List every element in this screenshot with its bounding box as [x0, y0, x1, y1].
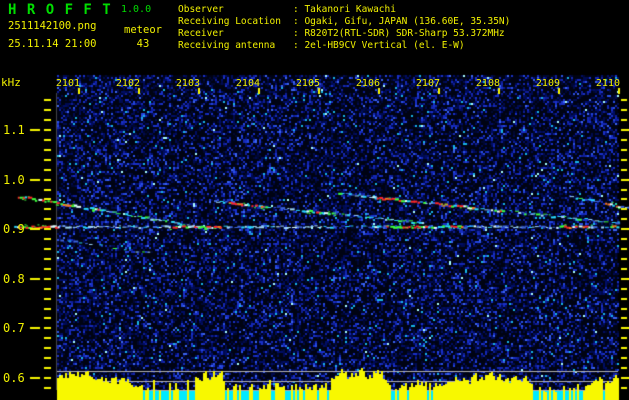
time-label: 2102	[115, 78, 140, 89]
info-label: Receiver	[178, 28, 224, 39]
station-info-row: Receiving antenna: 2el-HB9CV Vertical (e…	[178, 40, 510, 52]
info-label: Receiving Location	[178, 16, 281, 27]
station-info-row: Receiving Location: Ogaki, Gifu, JAPAN (…	[178, 16, 510, 28]
freq-label: 1.1	[3, 123, 25, 137]
spectrogram-canvas	[0, 0, 629, 400]
station-info: Observer: Takanori Kawachi Receiving Loca…	[178, 4, 510, 52]
hrofft-output: H R O F F T 1.0.0 2511142100.png meteor …	[0, 0, 629, 400]
time-label: 2106	[355, 78, 380, 89]
time-label: 2103	[175, 78, 200, 89]
info-value: Ogaki, Gifu, JAPAN (136.60E, 35.35N)	[304, 16, 511, 27]
station-info-row: Receiver: R820T2(RTL-SDR) SDR-Sharp 53.3…	[178, 28, 510, 40]
info-colon: :	[293, 28, 305, 39]
info-value: 2el-HB9CV Vertical (el. E-W)	[304, 40, 465, 51]
time-label: 2108	[475, 78, 500, 89]
freq-unit-label: kHz	[1, 76, 21, 89]
station-info-row: Observer: Takanori Kawachi	[178, 4, 510, 16]
time-label: 2107	[415, 78, 440, 89]
time-label: 2109	[535, 78, 560, 89]
hrofft-screenshot: { "header": { "app_title": "H R O F F T"…	[0, 0, 629, 400]
freq-label: 0.8	[3, 271, 25, 286]
freq-label: 1.0	[3, 172, 25, 187]
app-version: 1.0.0	[121, 4, 152, 15]
file-name: 2511142100.png	[8, 20, 97, 32]
time-label: 2101	[55, 78, 80, 89]
freq-label: 0.9	[3, 222, 25, 237]
info-colon: :	[293, 16, 305, 27]
freq-label: 0.6	[3, 371, 25, 385]
timestamp: 25.11.14 21:00	[8, 38, 97, 50]
info-colon: :	[293, 4, 305, 15]
info-value: R820T2(RTL-SDR) SDR-Sharp 53.372MHz	[304, 28, 505, 39]
freq-label: 0.7	[3, 321, 25, 336]
app-title: H R O F F T	[8, 2, 112, 18]
info-colon: :	[293, 40, 305, 51]
info-label: Receiving antenna	[178, 40, 276, 51]
info-value: Takanori Kawachi	[304, 4, 396, 15]
time-label: 2104	[235, 78, 260, 89]
mode-label: meteor	[124, 24, 162, 36]
time-label: 2105	[295, 78, 320, 89]
echo-count: 43	[136, 38, 150, 50]
info-label: Observer	[178, 4, 224, 15]
time-label: 2110	[595, 78, 620, 89]
